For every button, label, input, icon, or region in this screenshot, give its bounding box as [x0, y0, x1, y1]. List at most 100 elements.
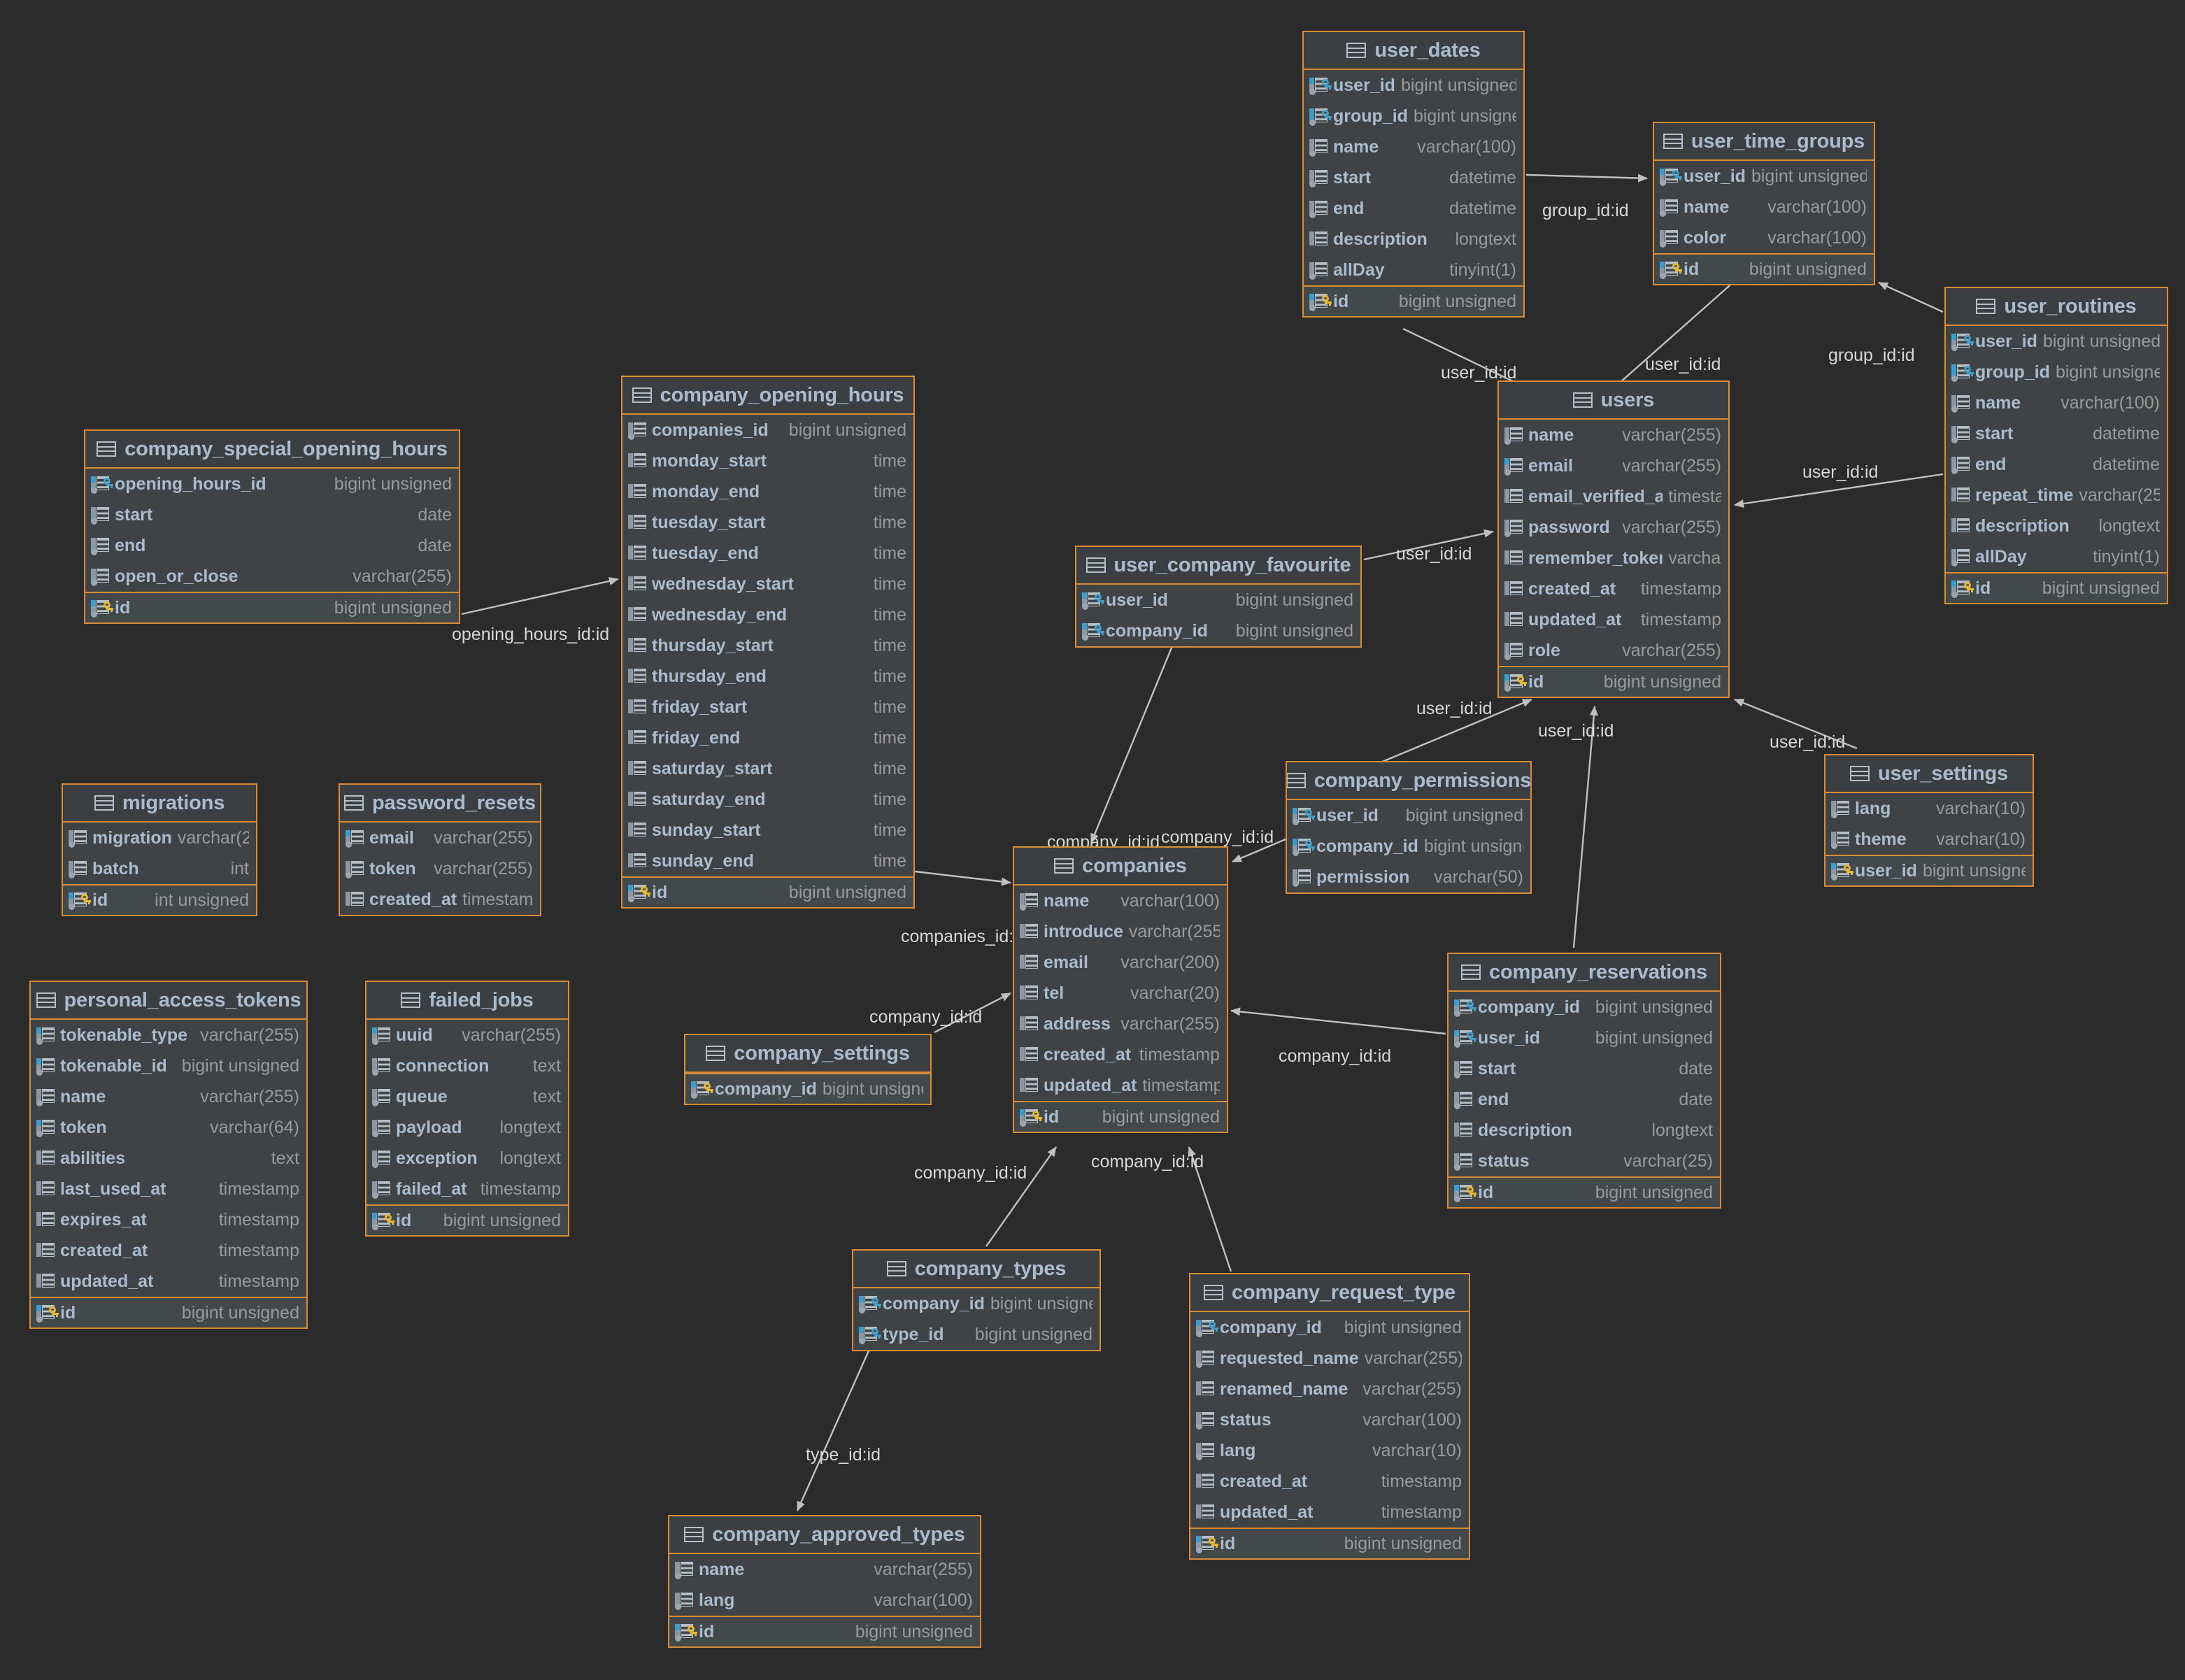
table-user_routines[interactable]: user_routines user_id bigint unsigned group… — [1944, 287, 2168, 604]
table-header-user_company_favourite[interactable]: user_company_favourite — [1076, 547, 1360, 585]
table-personal_access_tokens[interactable]: personal_access_tokens tokenable_type varc… — [29, 981, 308, 1329]
field-row[interactable]: name varchar(100) — [1946, 387, 2167, 418]
field-row[interactable]: lang varchar(100) — [669, 1585, 980, 1616]
field-row[interactable]: company_idbigint unsigned — [1076, 615, 1360, 646]
field-row[interactable]: end date — [85, 530, 459, 561]
table-header-user_dates[interactable]: user_dates — [1304, 32, 1523, 70]
field-row[interactable]: id bigint unsigned — [85, 592, 459, 622]
field-row[interactable]: description longtext — [1449, 1115, 1720, 1146]
field-row[interactable]: token varchar(255) — [340, 853, 540, 884]
field-row[interactable]: saturday_end time — [622, 784, 913, 815]
field-row[interactable]: email varchar(255) — [1499, 450, 1728, 481]
field-row[interactable]: tokenable_id bigint unsigned — [31, 1051, 306, 1081]
field-row[interactable]: start datetime — [1946, 418, 2167, 449]
table-header-password_resets[interactable]: password_resets — [340, 785, 540, 823]
field-row[interactable]: requested_name varchar(255) — [1190, 1343, 1469, 1374]
field-row[interactable]: created_at timestamp — [1014, 1039, 1227, 1070]
field-row[interactable]: id bigint unsigned — [31, 1297, 306, 1327]
field-row[interactable]: email varchar(200) — [1014, 947, 1227, 978]
field-row[interactable]: allDay tinyint(1) — [1304, 255, 1523, 285]
field-row[interactable]: queue text — [366, 1081, 568, 1112]
field-row[interactable]: start date — [1449, 1053, 1720, 1084]
field-row[interactable]: id bigint unsigned — [1014, 1101, 1227, 1132]
field-row[interactable]: name varchar(255) — [1499, 420, 1728, 450]
field-row[interactable]: friday_end time — [622, 722, 913, 753]
table-company_settings[interactable]: company_settings company_idbigint unsigne… — [684, 1034, 932, 1105]
table-header-company_special_opening_hours[interactable]: company_special_opening_hours — [85, 431, 459, 469]
field-row[interactable]: company_idbigint unsigned — [1287, 831, 1530, 862]
table-header-company_permissions[interactable]: company_permissions — [1287, 762, 1530, 800]
field-row[interactable]: id bigint unsigned — [669, 1616, 980, 1646]
field-row[interactable]: status varchar(25) — [1449, 1146, 1720, 1176]
field-row[interactable]: status varchar(100) — [1190, 1404, 1469, 1435]
field-row[interactable]: id bigint unsigned — [1499, 666, 1728, 697]
field-row[interactable]: updated_at timestamp — [1499, 604, 1728, 635]
field-row[interactable]: id bigint unsigned — [366, 1204, 568, 1235]
field-row[interactable]: start datetime — [1304, 162, 1523, 193]
field-row[interactable]: id bigint unsigned — [1654, 253, 1874, 284]
field-row[interactable]: failed_at timestamp — [366, 1174, 568, 1204]
field-row[interactable]: theme varchar(10) — [1825, 824, 2033, 855]
table-company_special_opening_hours[interactable]: company_special_opening_hours opening_hou… — [84, 429, 460, 624]
table-user_company_favourite[interactable]: user_company_favourite user_id bigint unsi… — [1075, 546, 1362, 648]
table-header-user_routines[interactable]: user_routines — [1946, 288, 2167, 326]
field-row[interactable]: tel varchar(20) — [1014, 978, 1227, 1009]
field-row[interactable]: created_at timestamp — [1190, 1466, 1469, 1497]
field-row[interactable]: user_idbigint unsigned — [1654, 161, 1874, 192]
field-row[interactable]: company_idbigint unsigned — [685, 1073, 930, 1104]
field-row[interactable]: email varchar(255) — [340, 823, 540, 853]
field-row[interactable]: color varchar(100) — [1654, 222, 1874, 253]
field-row[interactable]: introduce varchar(255) — [1014, 916, 1227, 947]
table-companies[interactable]: companies name varchar(100) introduce varcha… — [1013, 846, 1228, 1133]
field-row[interactable]: updated_at timestamp — [1014, 1070, 1227, 1101]
field-row[interactable]: monday_end time — [622, 476, 913, 507]
field-row[interactable]: monday_start time — [622, 446, 913, 476]
field-row[interactable]: saturday_start time — [622, 753, 913, 784]
field-row[interactable]: name varchar(100) — [1014, 885, 1227, 916]
table-header-user_time_groups[interactable]: user_time_groups — [1654, 123, 1874, 161]
table-user_settings[interactable]: user_settings lang varchar(10) theme varchar… — [1824, 754, 2034, 887]
field-row[interactable]: description longtext — [1304, 224, 1523, 255]
field-row[interactable]: address varchar(255) — [1014, 1009, 1227, 1039]
field-row[interactable]: batch int — [63, 853, 256, 884]
field-row[interactable]: email_verified_attimestamp — [1499, 481, 1728, 512]
field-row[interactable]: start date — [85, 499, 459, 530]
field-row[interactable]: id int unsigned — [63, 884, 256, 915]
field-row[interactable]: user_idbigint unsigned — [1287, 800, 1530, 831]
table-password_resets[interactable]: password_resets email varchar(255) token var… — [339, 783, 541, 916]
field-row[interactable]: role varchar(255) — [1499, 635, 1728, 666]
field-row[interactable]: group_idbigint unsigned — [1304, 101, 1523, 131]
table-header-failed_jobs[interactable]: failed_jobs — [366, 982, 568, 1020]
field-row[interactable]: name varchar(255) — [31, 1081, 306, 1112]
table-migrations[interactable]: migrations migrationvarchar(255) batch int i… — [62, 783, 257, 916]
field-row[interactable]: sunday_start time — [622, 815, 913, 846]
field-row[interactable]: uuid varchar(255) — [366, 1020, 568, 1051]
table-header-companies[interactable]: companies — [1014, 848, 1227, 885]
field-row[interactable]: wednesday_start time — [622, 569, 913, 599]
table-header-company_types[interactable]: company_types — [853, 1251, 1099, 1288]
field-row[interactable]: updated_at timestamp — [31, 1266, 306, 1297]
field-row[interactable]: lang varchar(10) — [1825, 793, 2033, 824]
field-row[interactable]: opening_hours_id bigint unsigned — [85, 469, 459, 499]
field-row[interactable]: company_idbigint unsigned — [1190, 1312, 1469, 1343]
field-row[interactable]: exception longtext — [366, 1143, 568, 1174]
table-header-company_opening_hours[interactable]: company_opening_hours — [622, 377, 913, 415]
field-row[interactable]: user_idbigint unsigned — [1825, 855, 2033, 885]
field-row[interactable]: connection text — [366, 1051, 568, 1081]
field-row[interactable]: lang varchar(10) — [1190, 1435, 1469, 1466]
field-row[interactable]: tuesday_start time — [622, 507, 913, 538]
field-row[interactable]: tuesday_end time — [622, 538, 913, 569]
field-row[interactable]: tokenable_type varchar(255) — [31, 1020, 306, 1051]
table-header-users[interactable]: users — [1499, 382, 1728, 420]
field-row[interactable]: allDay tinyint(1) — [1946, 541, 2167, 572]
table-header-migrations[interactable]: migrations — [63, 785, 256, 823]
field-row[interactable]: name varchar(100) — [1304, 131, 1523, 162]
table-failed_jobs[interactable]: failed_jobs uuid varchar(255) connection tex… — [365, 981, 569, 1237]
table-header-personal_access_tokens[interactable]: personal_access_tokens — [31, 982, 306, 1020]
table-header-company_reservations[interactable]: company_reservations — [1449, 954, 1720, 992]
table-company_types[interactable]: company_typescompany_idbigint unsignedty… — [852, 1249, 1101, 1351]
table-users[interactable]: users name varchar(255) email varchar(255) em… — [1497, 380, 1730, 698]
table-company_reservations[interactable]: company_reservations company_id bigint uns… — [1447, 953, 1721, 1209]
field-row[interactable]: friday_start time — [622, 692, 913, 722]
table-user_time_groups[interactable]: user_time_groups user_id bigint unsigned na… — [1653, 122, 1875, 285]
